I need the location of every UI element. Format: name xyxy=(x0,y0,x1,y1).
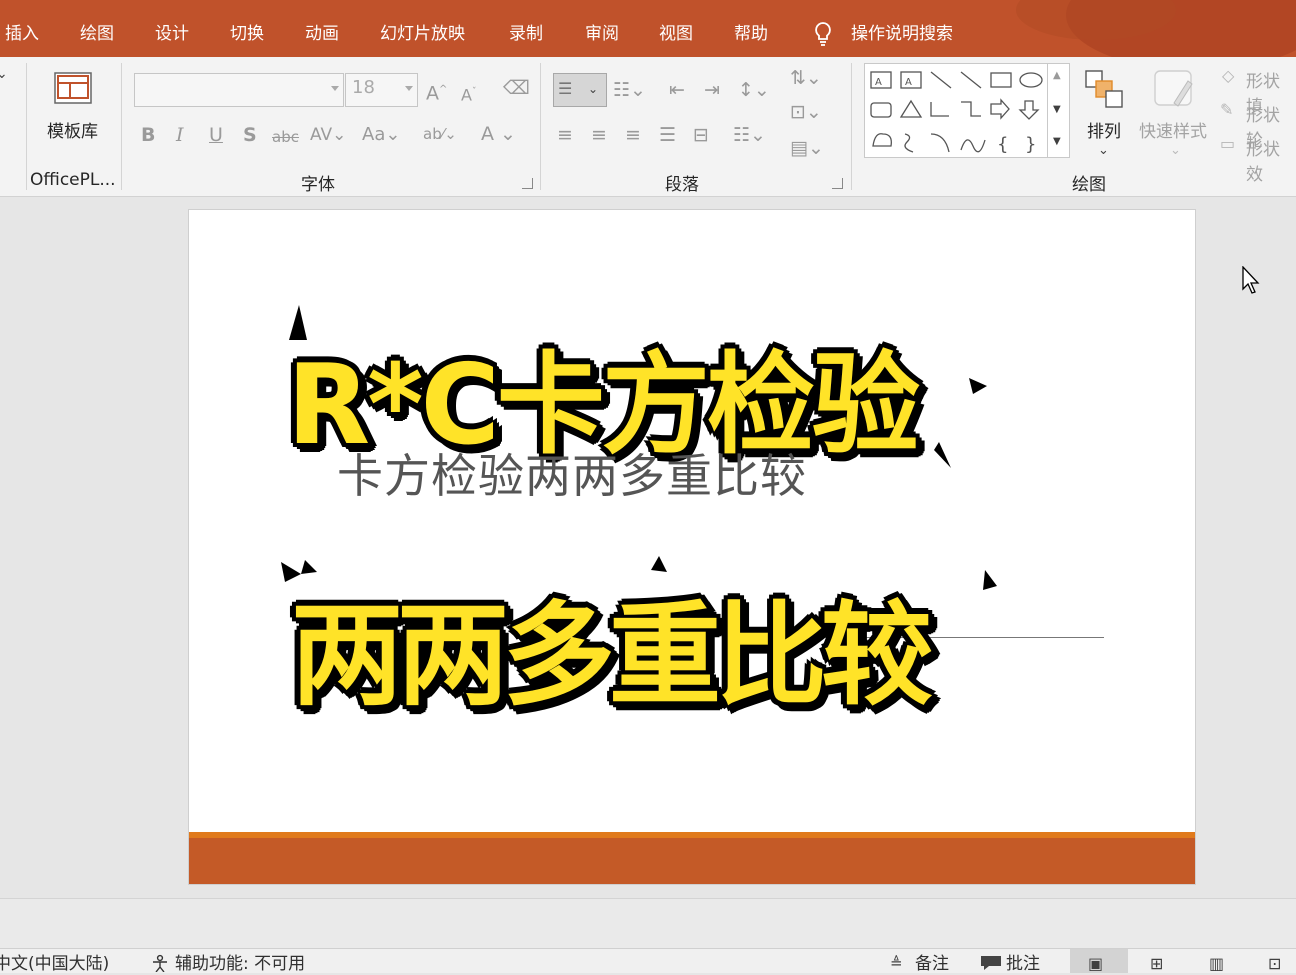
chevron-down-icon: ⌄ xyxy=(588,82,599,96)
shapes-gallery-icons: A A { } xyxy=(870,71,1043,155)
ribbon: ⌄ 模板库 OfficePL... 18 A^ Aˇ ⌫ B I U S abc… xyxy=(0,57,1296,197)
scroll-up-icon[interactable]: ▲ xyxy=(1053,65,1061,87)
align-left-icon[interactable]: ≡ xyxy=(557,124,573,146)
group-label-paragraph: 段落 xyxy=(665,175,699,195)
group-separator xyxy=(540,63,541,190)
collapsed-group-icon[interactable]: ⌄ xyxy=(0,63,8,85)
bullets-button[interactable]: ☰ ⌄ xyxy=(553,73,607,107)
smartart-convert-icon[interactable]: ▤⌄ xyxy=(790,137,824,159)
shape-outline-icon[interactable]: ✎ xyxy=(1220,99,1233,121)
align-center-icon[interactable]: ≡ xyxy=(591,124,607,146)
align-text-icon[interactable]: ⊡⌄ xyxy=(790,101,822,123)
template-library-icon[interactable] xyxy=(52,69,96,109)
accessibility-icon[interactable] xyxy=(150,954,170,972)
comments-icon[interactable] xyxy=(980,955,1002,971)
title-spike-decorations xyxy=(281,305,997,692)
lightbulb-icon[interactable] xyxy=(812,20,834,48)
slide-title-line-2[interactable]: 两两多重比较 xyxy=(291,565,933,727)
notes-icon[interactable]: ≜ xyxy=(890,952,903,974)
bullet-list-icon: ☰ xyxy=(558,79,573,98)
arrange-icon[interactable] xyxy=(1084,69,1128,113)
shapes-gallery-scroll[interactable]: ▲ ▼ ▼ xyxy=(1047,63,1070,158)
group-separator xyxy=(851,63,852,190)
tab-animations[interactable]: 动画 xyxy=(305,22,339,46)
template-library-button[interactable]: 模板库 xyxy=(47,117,98,142)
arrange-button[interactable]: 排列 xyxy=(1087,117,1121,142)
strikethrough-icon[interactable]: abc xyxy=(272,126,299,148)
scroll-down-icon[interactable]: ▼ xyxy=(1053,99,1061,121)
italic-icon[interactable]: I xyxy=(176,124,184,146)
group-label-font: 字体 xyxy=(301,175,335,195)
group-separator xyxy=(121,63,122,190)
normal-view-button[interactable]: ▣ xyxy=(1070,949,1128,973)
tab-insert[interactable]: 插入 xyxy=(5,22,39,46)
change-case-icon[interactable]: Aa⌄ xyxy=(362,124,400,146)
group-separator xyxy=(26,63,27,190)
footer-accent-band xyxy=(189,838,1195,884)
font-size-combo[interactable]: 18 xyxy=(345,73,418,107)
distributed-icon[interactable]: ⊟ xyxy=(693,124,709,146)
character-spacing-icon[interactable]: AV⌄ xyxy=(310,124,346,146)
underline-icon[interactable]: U xyxy=(209,124,223,146)
shape-effects-icon[interactable]: ▭ xyxy=(1220,133,1235,155)
font-family-combo[interactable] xyxy=(134,73,344,107)
group-label-drawing: 绘图 xyxy=(1072,175,1106,195)
font-color-icon[interactable]: A ⌄ xyxy=(481,123,516,145)
justify-icon[interactable]: ☰ xyxy=(659,124,676,146)
svg-text:}: } xyxy=(1025,134,1036,155)
line-spacing-icon[interactable]: ↕⌄ xyxy=(738,79,770,101)
font-size-value: 18 xyxy=(352,77,375,98)
tab-view[interactable]: 视图 xyxy=(659,22,693,46)
accessibility-status[interactable]: 辅助功能: 不可用 xyxy=(175,954,305,974)
tab-transitions[interactable]: 切换 xyxy=(230,22,264,46)
gallery-more-icon[interactable]: ▼ xyxy=(1053,131,1061,153)
menu-bar: 插入 绘图 设计 切换 动画 幻灯片放映 录制 审阅 视图 帮助 操作说明搜索 xyxy=(0,0,1296,57)
dialog-launcher-icon[interactable] xyxy=(832,178,843,189)
align-right-icon[interactable]: ≡ xyxy=(625,124,641,146)
tab-design[interactable]: 设计 xyxy=(155,22,189,46)
chevron-down-icon: ⌄ xyxy=(1170,143,1181,158)
mouse-pointer-icon xyxy=(1242,266,1260,294)
shapes-gallery[interactable]: A A { } xyxy=(864,63,1070,158)
notes-pane-divider xyxy=(0,898,1296,949)
shape-effects-button[interactable]: 形状效 xyxy=(1246,135,1296,185)
decrease-font-icon[interactable]: Aˇ xyxy=(461,81,476,106)
columns-icon[interactable]: ☷⌄ xyxy=(733,124,766,146)
language-indicator[interactable]: 中文(中国大陆) xyxy=(0,954,109,974)
status-bar: 中文(中国大陆) 辅助功能: 不可用 ≜ 备注 批注 ▣ ⊞ ▥ ⊡ xyxy=(0,948,1296,974)
svg-text:{: { xyxy=(997,134,1008,155)
increase-indent-icon[interactable]: ⇥ xyxy=(704,79,720,101)
dialog-launcher-icon[interactable] xyxy=(522,178,533,189)
slide-subtitle-placeholder[interactable]: 卡方检验两两多重比较 xyxy=(337,440,807,506)
tab-review[interactable]: 审阅 xyxy=(585,22,619,46)
chevron-down-icon xyxy=(405,86,413,91)
tab-slideshow[interactable]: 幻灯片放映 xyxy=(380,22,465,46)
shadow-icon[interactable]: S xyxy=(243,124,257,146)
clear-formatting-icon[interactable]: ⌫ xyxy=(503,77,530,99)
numbered-list-icon[interactable]: ☷⌄ xyxy=(613,79,646,101)
svg-text:A: A xyxy=(875,77,882,88)
shape-fill-icon[interactable]: ◇ xyxy=(1222,65,1234,87)
chevron-down-icon xyxy=(331,86,339,91)
text-direction-icon[interactable]: ⇅⌄ xyxy=(790,67,822,89)
tab-record[interactable]: 录制 xyxy=(509,22,543,46)
tab-help[interactable]: 帮助 xyxy=(734,22,768,46)
svg-text:A: A xyxy=(905,77,912,88)
highlight-icon[interactable]: ab⁄⌄ xyxy=(423,123,457,145)
slide-canvas[interactable]: R*C卡方检验 卡方检验两两多重比较 两两多重比较 xyxy=(189,210,1195,884)
bold-icon[interactable]: B xyxy=(141,124,155,146)
comments-button[interactable]: 批注 xyxy=(1006,954,1040,974)
increase-font-icon[interactable]: A^ xyxy=(426,79,447,104)
decrease-indent-icon[interactable]: ⇤ xyxy=(669,79,685,101)
search-tell-me[interactable]: 操作说明搜索 xyxy=(851,22,953,46)
quick-styles-icon[interactable] xyxy=(1152,67,1198,113)
group-label-officeplus: OfficePL... xyxy=(30,170,116,190)
chevron-down-icon: ⌄ xyxy=(1098,143,1109,158)
tab-draw[interactable]: 绘图 xyxy=(80,22,114,46)
quick-styles-button[interactable]: 快速样式 xyxy=(1139,117,1207,142)
notes-button[interactable]: 备注 xyxy=(915,954,949,974)
